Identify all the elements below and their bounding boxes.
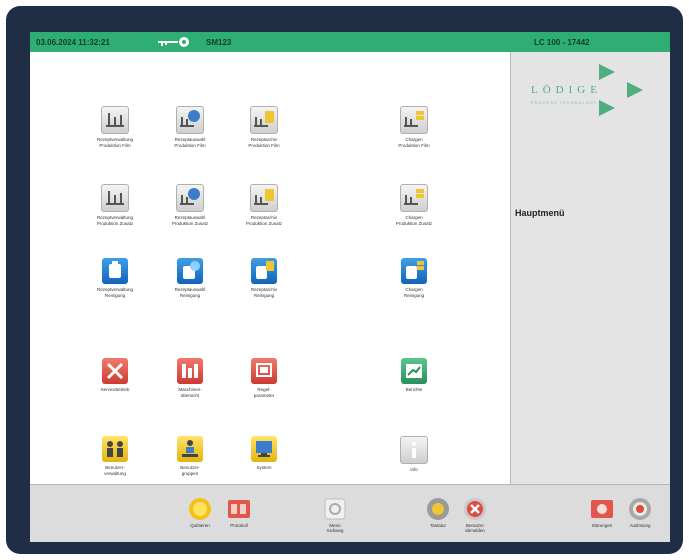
button-label: Benutzer abmelden [465,523,485,533]
menu-back-button[interactable]: Menü rückweg [310,497,360,533]
control-parameters-icon [251,358,277,384]
service-icon [102,358,128,384]
keyboard-icon [426,497,450,521]
status-bar: 03.06.2024 11:32:21 SM123 LC 100 - 17442 [30,32,670,52]
tile-label: Benutzer- gruppen [180,465,200,476]
logout-button[interactable]: Benutzer abmelden [450,497,500,533]
cleaning-recipe-icon [102,258,128,284]
tile-label: Rezeptverwaltung Produktion Zusatz [96,215,134,226]
tile-rezeptarchiv-produktion-zusatz[interactable]: Rezeptarchiv Produktion Zusatz [232,184,296,226]
tile-info[interactable]: Info [382,436,446,473]
info-icon [400,436,428,464]
tile-chargen-reinigung[interactable]: Chargen Reinigung [382,258,446,298]
tile-label: Chargen Produktion Film [398,137,430,148]
user-groups-icon [177,436,203,462]
page-title: Hauptmenü [515,208,565,218]
acknowledge-icon [188,497,212,521]
tile-chargen-produktion-film[interactable]: Chargen Produktion Film [382,106,446,148]
company-logo: LÖDIGE PROCESS TECHNOLOGY [519,62,659,122]
tile-label: Info [410,467,418,472]
tile-label: System [256,465,272,470]
tile-label: Chargen Reinigung [403,287,425,298]
key-icon [158,37,189,47]
tile-label: Benutzer- verwaltung [104,465,126,476]
recipe-management-icon [101,184,129,212]
user-management-icon [102,436,128,462]
log-button[interactable]: Protokoll [214,497,264,528]
tile-label: Rezeptauswahl Produktion Film [174,137,206,148]
tile-label: Rezeptarchiv Produktion Film [248,137,280,148]
log-icon [227,497,251,521]
tile-rezeptarchiv-reinigung[interactable]: Rezeptarchiv Reinigung [232,258,296,298]
reports-icon [401,358,427,384]
tile-rezeptverwaltung-reinigung[interactable]: Rezeptverwaltung Reinigung [83,258,147,298]
cleaning-selection-icon [177,258,203,284]
tile-rezeptverwaltung-produktion-zusatz[interactable]: Rezeptverwaltung Produktion Zusatz [83,184,147,226]
tile-label: Rezeptverwaltung Produktion Film [96,137,134,148]
tile-label: Berichte [405,387,423,392]
tile-chargen-produktion-zusatz[interactable]: Chargen Produktion Zusatz [382,184,446,226]
button-label: Menü rückweg [326,523,344,533]
tile-label: Rezeptauswahl Reinigung [174,287,206,298]
sidebar: LÖDIGE PROCESS TECHNOLOGY Hauptmenü [510,52,670,484]
tile-label: Rezeptauswahl Produktion Zusatz [171,215,209,226]
cleaning-archive-icon [251,258,277,284]
batch-icon [400,106,428,134]
tile-rezeptauswahl-reinigung[interactable]: Rezeptauswahl Reinigung [158,258,222,298]
user-id: SM123 [206,38,232,47]
tile-rezeptverwaltung-produktion-film[interactable]: Rezeptverwaltung Produktion Film [83,106,147,148]
recipe-archive-icon [250,184,278,212]
recipe-archive-icon [250,106,278,134]
datetime: 03.06.2024 11:32:21 [36,38,110,47]
tile-berichte[interactable]: Berichte [382,358,446,393]
menu-back-icon [323,497,347,521]
tile-label: Regel- parameter [253,387,275,398]
tile-label: Servicebetrieb [100,387,130,392]
tile-label: Rezeptarchiv Produktion Zusatz [245,215,283,226]
button-label: Auslösung [629,523,651,528]
trigger-button[interactable]: Auslösung [615,497,665,528]
main-menu-area: Rezeptverwaltung Produktion Film Rezepta… [30,52,510,484]
tile-maschinenuebersicht[interactable]: Maschinen- übersicht [158,358,222,398]
tile-label: Maschinen- übersicht [178,387,202,398]
alarms-icon [590,497,614,521]
bottom-toolbar: Quittieren Protokoll Menü rückweg Tastat… [30,484,670,542]
cleaning-batch-icon [401,258,427,284]
tile-rezeptauswahl-produktion-film[interactable]: Rezeptauswahl Produktion Film [158,106,222,148]
tile-label: Rezeptarchiv Reinigung [250,287,278,298]
recipe-selection-icon [176,106,204,134]
tile-servicebetrieb[interactable]: Servicebetrieb [83,358,147,393]
tile-benutzerverwaltung[interactable]: Benutzer- verwaltung [83,436,147,476]
recipe-selection-icon [176,184,204,212]
tile-rezeptauswahl-produktion-zusatz[interactable]: Rezeptauswahl Produktion Zusatz [158,184,222,226]
hmi-screen: 03.06.2024 11:32:21 SM123 LC 100 - 17442… [30,32,670,542]
trigger-icon [628,497,652,521]
tile-label: Rezeptverwaltung Reinigung [96,287,134,298]
button-label: Protokoll [230,523,248,528]
tile-benutzergruppen[interactable]: Benutzer- gruppen [158,436,222,476]
tile-system[interactable]: System [232,436,296,471]
tile-label: Chargen Produktion Zusatz [395,215,433,226]
tile-rezeptarchiv-produktion-film[interactable]: Rezeptarchiv Produktion Film [232,106,296,148]
tile-regelparameter[interactable]: Regel- parameter [232,358,296,398]
system-icon [251,436,277,462]
batch-icon [400,184,428,212]
logout-icon [463,497,487,521]
station-id: LC 100 - 17442 [534,38,590,47]
recipe-management-icon [101,106,129,134]
machine-overview-icon [177,358,203,384]
